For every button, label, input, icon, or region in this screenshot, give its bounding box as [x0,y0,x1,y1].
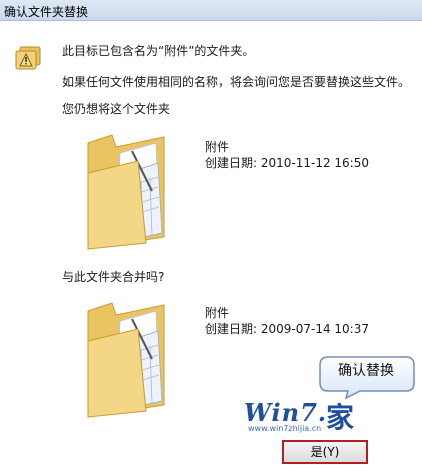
folder-icon[interactable] [86,301,168,419]
folder-created-date: 创建日期: 2010-11-12 16:50 [205,156,369,170]
warning-icon [15,46,41,70]
folder-icon[interactable] [86,133,168,251]
watermark-char: 家 [326,401,355,434]
title-bar: 确认文件夹替换 [0,0,422,21]
message-sub: 如果任何文件使用相同的名称，将会询问您是否要替换这些文件。 [62,75,411,89]
folder-created-date: 创建日期: 2009-07-14 10:37 [205,322,369,336]
keep-prompt: 您仍想将这个文件夹 [62,102,171,116]
yes-button[interactable]: 是(Y) [282,440,368,464]
callout-text: 确认替换 [338,363,394,379]
folder-name: 附件 [205,140,230,154]
watermark-brand: Win7. [244,398,328,427]
watermark-url: www.win7zhijia.cn [248,424,322,433]
merge-prompt: 与此文件夹合并吗? [62,270,165,284]
window-title: 确认文件夹替换 [4,5,89,19]
folder-name: 附件 [205,306,230,320]
message-main: 此目标已包含名为“附件”的文件夹。 [62,44,255,58]
